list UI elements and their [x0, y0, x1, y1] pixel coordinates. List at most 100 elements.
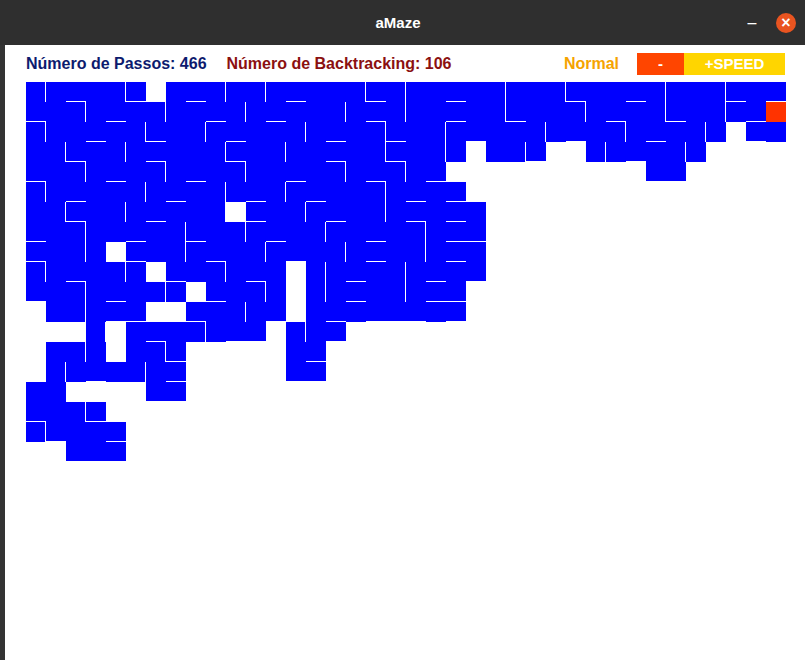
- maze-cell: [106, 582, 126, 602]
- maze-cell: [666, 82, 686, 102]
- maze-cell: [46, 582, 66, 602]
- maze-cell: [546, 422, 566, 442]
- maze-cell: [326, 222, 346, 242]
- maze-cell: [666, 162, 686, 182]
- maze-cell: [26, 322, 46, 342]
- maze-cell: [746, 482, 766, 502]
- maze-cell: [66, 382, 86, 402]
- app-window: aMaze–×Número de Passos: 466Número de Ba…: [0, 0, 805, 660]
- maze-cell: [586, 122, 606, 142]
- maze-cell: [666, 602, 686, 622]
- maze-cell: [626, 442, 646, 462]
- maze-cell: [466, 322, 486, 342]
- maze-cell: [646, 482, 666, 502]
- maze-cell: [426, 202, 446, 222]
- maze-cell: [726, 222, 746, 242]
- maze-cell: [326, 342, 346, 362]
- maze-cell: [666, 202, 686, 222]
- maze-cell: [466, 422, 486, 442]
- maze-cell: [686, 122, 706, 142]
- maze-cell: [486, 82, 506, 102]
- maze-cell: [346, 182, 366, 202]
- maze-cell: [486, 342, 506, 362]
- maze-cell: [366, 262, 386, 282]
- maze-cell: [466, 102, 486, 122]
- maze-cell: [486, 622, 506, 642]
- maze-cell: [566, 102, 586, 122]
- maze-cell: [126, 202, 146, 222]
- maze-cell: [406, 502, 426, 522]
- maze-cell: [186, 102, 206, 122]
- maze-cell: [546, 222, 566, 242]
- maze-cell: [626, 222, 646, 242]
- maze-cell: [726, 122, 746, 142]
- maze-cell: [686, 162, 706, 182]
- maze-cell: [86, 122, 106, 142]
- minimize-button[interactable]: –: [742, 13, 762, 33]
- maze-cell: [226, 542, 246, 562]
- maze-cell: [426, 82, 446, 102]
- maze-cell: [486, 602, 506, 622]
- window-title: aMaze: [375, 14, 420, 31]
- maze-cell: [146, 462, 166, 482]
- maze-cell: [566, 502, 586, 522]
- maze-cell: [146, 562, 166, 582]
- maze-cell: [66, 202, 86, 222]
- maze-cell: [66, 622, 86, 642]
- maze-cell: [706, 422, 726, 442]
- maze-cell: [466, 222, 486, 242]
- maze-cell: [246, 622, 266, 642]
- maze-cell: [66, 582, 86, 602]
- maze-cell: [246, 582, 266, 602]
- maze-cell: [586, 502, 606, 522]
- maze-cell: [546, 182, 566, 202]
- maze-cell: [526, 162, 546, 182]
- maze-cell: [706, 582, 726, 602]
- maze-cell: [226, 302, 246, 322]
- maze-cell: [246, 422, 266, 442]
- maze-cell: [226, 362, 246, 382]
- speed-button[interactable]: +SPEED: [684, 53, 785, 75]
- maze-cell: [526, 522, 546, 542]
- maze-cell: [186, 462, 206, 482]
- maze-cell: [546, 242, 566, 262]
- maze-cell: [706, 382, 726, 402]
- maze-cell: [326, 602, 346, 622]
- maze-cell: [26, 442, 46, 462]
- maze-cell: [706, 622, 726, 642]
- maze-cell: [206, 122, 226, 142]
- maze-cell: [326, 302, 346, 322]
- maze-cell: [746, 182, 766, 202]
- maze-cell: [166, 422, 186, 442]
- maze-cell: [446, 202, 466, 222]
- maze-cell: [566, 122, 586, 142]
- speed-button[interactable]: -: [637, 53, 684, 75]
- maze-cell: [766, 422, 786, 442]
- maze-cell: [506, 162, 526, 182]
- maze-cell: [366, 242, 386, 262]
- maze-cell: [26, 202, 46, 222]
- maze-cell: [586, 162, 606, 182]
- maze-cell: [766, 542, 786, 562]
- maze-cell: [346, 222, 366, 242]
- maze-cell: [706, 342, 726, 362]
- maze-cell: [326, 462, 346, 482]
- maze-cell: [666, 322, 686, 342]
- maze-cell: [626, 362, 646, 382]
- maze-cell: [406, 222, 426, 242]
- maze-cell: [466, 502, 486, 522]
- maze-cell: [366, 582, 386, 602]
- maze-cell: [226, 242, 246, 262]
- maze-cell: [366, 82, 386, 102]
- maze-cell: [586, 542, 606, 562]
- maze-cell: [346, 422, 366, 442]
- maze-cell: [26, 282, 46, 302]
- maze-cell: [386, 362, 406, 382]
- maze-cell: [106, 322, 126, 342]
- maze-cell: [266, 562, 286, 582]
- close-button[interactable]: ×: [776, 13, 796, 33]
- maze-cell: [226, 102, 246, 122]
- maze-cell: [606, 422, 626, 442]
- maze-cell: [626, 382, 646, 402]
- speed-mode: Normal: [564, 55, 619, 73]
